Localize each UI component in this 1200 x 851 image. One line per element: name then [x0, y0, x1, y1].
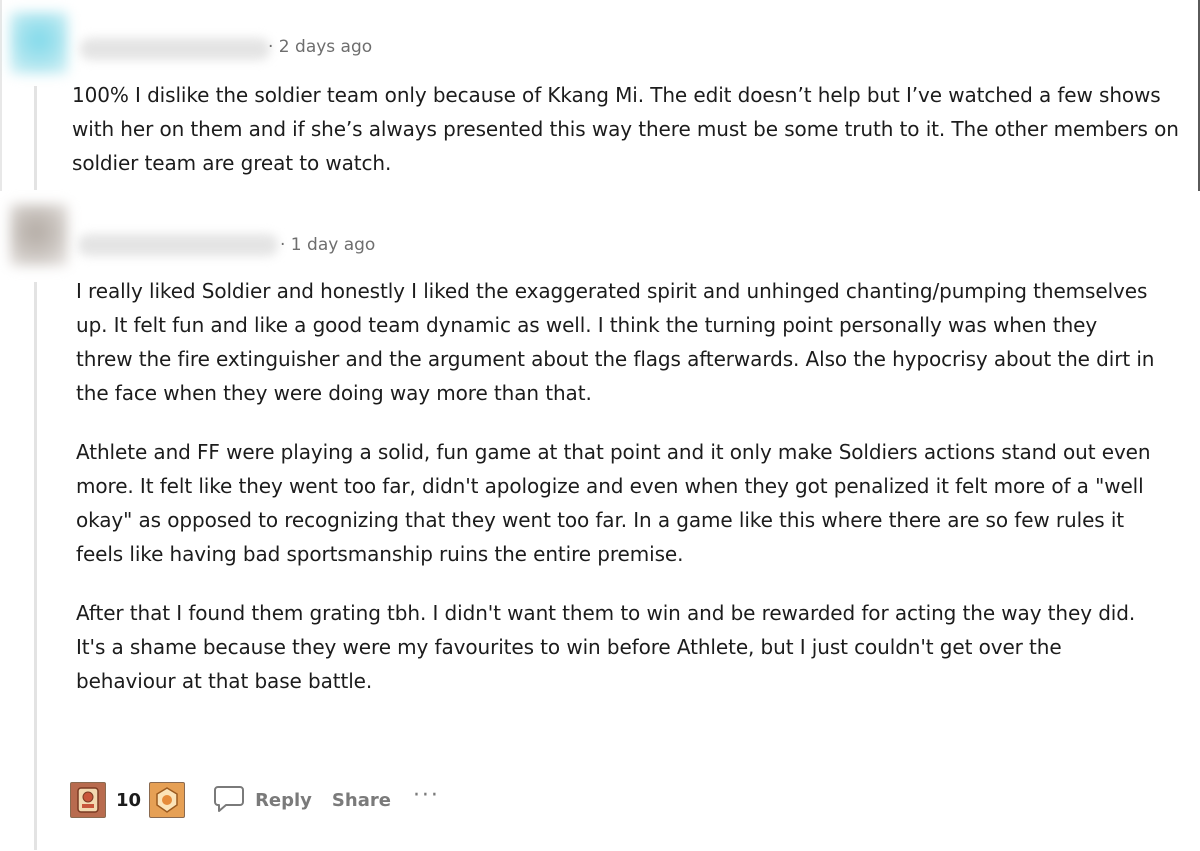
thread-line[interactable] [34, 282, 37, 850]
more-dots-icon: ··· [412, 782, 440, 808]
comment-paragraph: After that I found them grating tbh. I d… [76, 601, 1136, 693]
comment-paragraph: Athlete and FF were playing a solid, fun… [76, 440, 1151, 566]
comment-body: I really liked Soldier and honestly I li… [76, 274, 1156, 698]
share-label: Share [331, 789, 391, 811]
comment-2: · 1 day ago I really liked Soldier and h… [0, 192, 1200, 851]
comment-timestamp[interactable]: · 1 day ago [280, 235, 375, 255]
comment-action-bar: 10 Reply Share ··· [70, 780, 440, 820]
reply-button[interactable]: Reply [213, 783, 312, 818]
thread-line[interactable] [34, 86, 37, 190]
avatar[interactable] [10, 204, 68, 266]
comment-timestamp[interactable]: · 2 days ago [268, 37, 372, 57]
reply-bubble-icon [213, 783, 245, 818]
reply-label: Reply [255, 789, 312, 811]
author-username-blurred[interactable] [80, 38, 270, 60]
author-username-blurred[interactable] [78, 234, 278, 256]
comment-paragraph: I really liked Soldier and honestly I li… [76, 279, 1155, 405]
avatar[interactable] [10, 12, 68, 74]
comment-body: 100% I dislike the soldier team only bec… [72, 78, 1182, 180]
comment-1: · 2 days ago 100% I dislike the soldier … [0, 0, 1200, 192]
comment-paragraph: 100% I dislike the soldier team only bec… [72, 83, 1179, 175]
award-badge-icon[interactable] [70, 782, 106, 818]
award-count: 10 [116, 789, 142, 811]
share-button[interactable]: Share [332, 790, 391, 811]
more-options-button[interactable]: ··· [413, 783, 440, 808]
award-emblem-icon[interactable] [149, 782, 186, 818]
